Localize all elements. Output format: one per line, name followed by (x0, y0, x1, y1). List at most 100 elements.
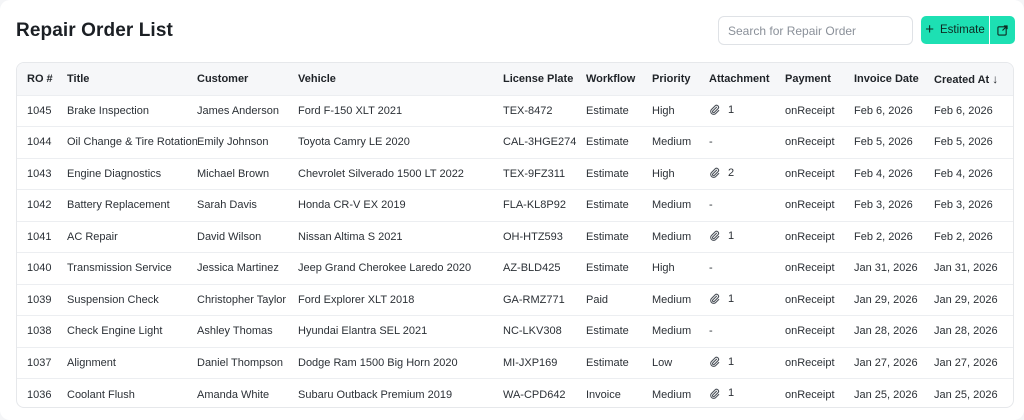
paperclip-icon (709, 104, 720, 115)
column-header-payment[interactable]: Payment (785, 63, 854, 95)
cell-payment: onReceipt (785, 388, 835, 401)
cell-attachment: 1 (709, 347, 785, 379)
attachment-link[interactable]: 1 (709, 104, 734, 116)
attachment-link[interactable]: 1 (709, 387, 734, 399)
cell-vehicle: Subaru Outback Premium 2019 (298, 388, 453, 401)
attachment-link[interactable]: 1 (709, 230, 734, 242)
cell-priority: Medium (652, 293, 692, 306)
cell-customer: Amanda White (197, 388, 270, 401)
paperclip-icon (709, 230, 720, 241)
cell-title: Battery Replacement (67, 199, 170, 212)
column-header-ro-number[interactable]: RO # (17, 63, 67, 95)
cell-ro-number: 1045 (27, 104, 52, 117)
cell-created-at: Feb 4, 2026 (934, 167, 993, 180)
column-header-label: Customer (197, 72, 249, 85)
table-row[interactable]: 1036 Coolant Flush Amanda White Subaru Outb… (17, 378, 1013, 408)
cell-workflow: Invoice (586, 388, 621, 401)
cell-invoice-date: Feb 6, 2026 (854, 104, 913, 117)
cell-ro-number: 1044 (27, 136, 52, 149)
cell-created-at: Jan 31, 2026 (934, 262, 998, 275)
attachment-link[interactable]: 1 (709, 293, 734, 305)
cell-payment: onReceipt (785, 356, 835, 369)
external-link-button[interactable] (990, 16, 1015, 44)
cell-license-plate: OH-HTZ593 (503, 230, 563, 243)
cell-invoice-date: Jan 31, 2026 (854, 262, 918, 275)
cell-ro-number: 1042 (27, 199, 52, 212)
attachment-count: 2 (728, 166, 735, 179)
attachment-link[interactable]: 2 (709, 167, 734, 179)
cell-license-plate: TEX-8472 (503, 104, 553, 117)
cell-created-at: Jan 27, 2026 (934, 356, 998, 369)
cell-attachment: - (709, 199, 713, 212)
column-header-created-at[interactable]: Created At ↓ (934, 63, 1013, 95)
cell-created-at: Feb 3, 2026 (934, 199, 993, 212)
attachment-count: 1 (728, 292, 735, 305)
cell-invoice-date: Feb 3, 2026 (854, 199, 913, 212)
cell-workflow: Estimate (586, 167, 629, 180)
table-row[interactable]: 1040 Transmission Service Jessica Martinez… (17, 252, 1013, 285)
cell-license-plate: FLA-KL8P92 (503, 199, 566, 212)
cell-license-plate: MI-JXP169 (503, 356, 558, 369)
cell-workflow: Estimate (586, 136, 629, 149)
cell-license-plate: WA-CPD642 (503, 388, 566, 401)
cell-payment: onReceipt (785, 136, 835, 149)
sort-desc-icon[interactable]: ↓ (992, 72, 998, 86)
column-header-label: Workflow (586, 72, 636, 85)
column-header-title[interactable]: Title (67, 63, 197, 95)
table-row[interactable]: 1043 Engine Diagnostics Michael Brown Chevr… (17, 158, 1013, 190)
cell-license-plate: GA-RMZ771 (503, 293, 565, 306)
column-header-label: RO # (27, 72, 53, 85)
column-header-label: Created At (934, 73, 990, 86)
table-row[interactable]: 1037 Alignment Daniel Thompson Dodge Ram 15… (17, 347, 1013, 379)
cell-ro-number: 1039 (27, 293, 52, 306)
column-header-invoice-date[interactable]: Invoice Date (854, 63, 934, 95)
cell-title: Coolant Flush (67, 388, 135, 401)
cell-created-at: Jan 28, 2026 (934, 325, 998, 338)
estimate-button-label: Estimate (940, 24, 985, 36)
table-row[interactable]: 1045 Brake Inspection James Anderson Ford F… (17, 95, 1013, 127)
search-input[interactable] (718, 16, 913, 45)
attachment-count: 1 (728, 103, 735, 116)
attachment-count: 1 (728, 229, 735, 242)
column-header-label: Title (67, 72, 90, 85)
column-header-customer[interactable]: Customer (197, 63, 298, 95)
column-header-workflow[interactable]: Workflow (586, 63, 652, 95)
cell-title: Check Engine Light (67, 325, 163, 338)
cell-vehicle: Hyundai Elantra SEL 2021 (298, 325, 428, 338)
table-row[interactable]: 1038 Check Engine Light Ashley Thomas Hyund… (17, 315, 1013, 348)
cell-customer: James Anderson (197, 104, 279, 117)
column-header-priority[interactable]: Priority (652, 63, 709, 95)
cell-created-at: Jan 29, 2026 (934, 293, 998, 306)
column-header-license-plate[interactable]: License Plate (503, 63, 586, 95)
cell-customer: Christopher Taylor (197, 293, 287, 306)
table-row[interactable]: 1044 Oil Change & Tire Rotation Emily John… (17, 126, 1013, 159)
cell-payment: onReceipt (785, 230, 835, 243)
cell-created-at: Feb 2, 2026 (934, 230, 993, 243)
cell-attachment: 2 (709, 158, 785, 190)
attachment-link[interactable]: 1 (709, 356, 734, 368)
column-header-label: Priority (652, 72, 691, 85)
cell-ro-number: 1043 (27, 167, 52, 180)
table-row[interactable]: 1042 Battery Replacement Sarah Davis Honda … (17, 189, 1013, 222)
column-header-vehicle[interactable]: Vehicle (298, 63, 503, 95)
estimate-button[interactable]: + Estimate (921, 16, 989, 44)
cell-title: Alignment (67, 356, 116, 369)
cell-license-plate: CAL-3HGE274 (503, 136, 577, 149)
cell-vehicle: Nissan Altima S 2021 (298, 230, 403, 243)
table-row[interactable]: 1039 Suspension Check Christopher Taylor Fo… (17, 284, 1013, 316)
cell-attachment: - (709, 136, 713, 149)
page-title: Repair Order List (16, 20, 173, 41)
cell-vehicle: Ford F-150 XLT 2021 (298, 104, 403, 117)
cell-created-at: Jan 25, 2026 (934, 388, 998, 401)
cell-vehicle: Jeep Grand Cherokee Laredo 2020 (298, 262, 472, 275)
cell-invoice-date: Feb 2, 2026 (854, 230, 913, 243)
table-row[interactable]: 1041 AC Repair David Wilson Nissan Altima S… (17, 221, 1013, 253)
cell-license-plate: AZ-BLD425 (503, 262, 561, 275)
cell-attachment: 1 (709, 284, 785, 316)
cell-customer: Ashley Thomas (197, 325, 273, 338)
cell-workflow: Estimate (586, 356, 629, 369)
column-header-attachment[interactable]: Attachment (709, 63, 785, 95)
cell-ro-number: 1037 (27, 356, 52, 369)
cell-customer: Emily Johnson (197, 136, 269, 149)
cell-customer: Michael Brown (197, 167, 270, 180)
